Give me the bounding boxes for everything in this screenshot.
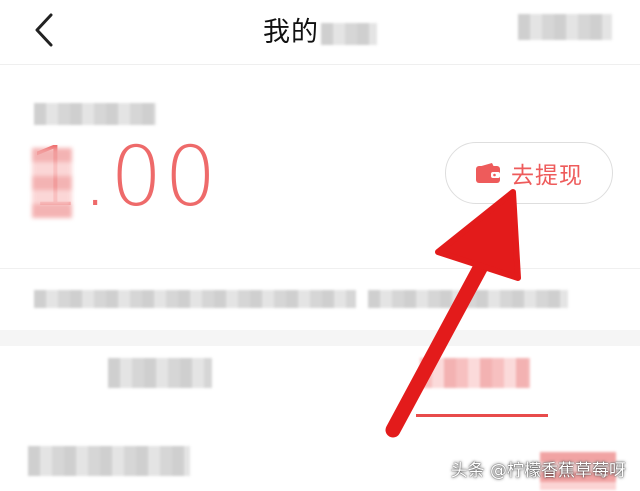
withdraw-button-label: 去提现: [511, 163, 583, 189]
wallet-icon: [476, 163, 500, 183]
redacted-balance-digit: [32, 148, 72, 218]
redacted-info-text: [34, 290, 356, 308]
tab-left-redacted[interactable]: [108, 358, 212, 388]
tab-right-redacted-active[interactable]: [420, 358, 530, 388]
redacted-info-text-2: [368, 290, 568, 308]
arrow-annotation: [385, 189, 521, 438]
balance-amount: 1.00: [28, 130, 219, 225]
redacted-list-item-title: [28, 446, 190, 476]
redacted-title-suffix: [321, 22, 377, 45]
divider: [0, 268, 640, 269]
page-title-text: 我的: [263, 17, 319, 48]
active-tab-indicator: [416, 414, 548, 417]
top-nav-bar: 我的: [0, 0, 640, 65]
redacted-balance-label: [34, 103, 156, 125]
section-separator: [0, 330, 640, 346]
redacted-header-action[interactable]: [518, 14, 612, 40]
watermark-text: 头条 @柠檬香蕉草莓呀: [450, 461, 626, 481]
withdraw-button[interactable]: 去提现: [445, 142, 613, 204]
